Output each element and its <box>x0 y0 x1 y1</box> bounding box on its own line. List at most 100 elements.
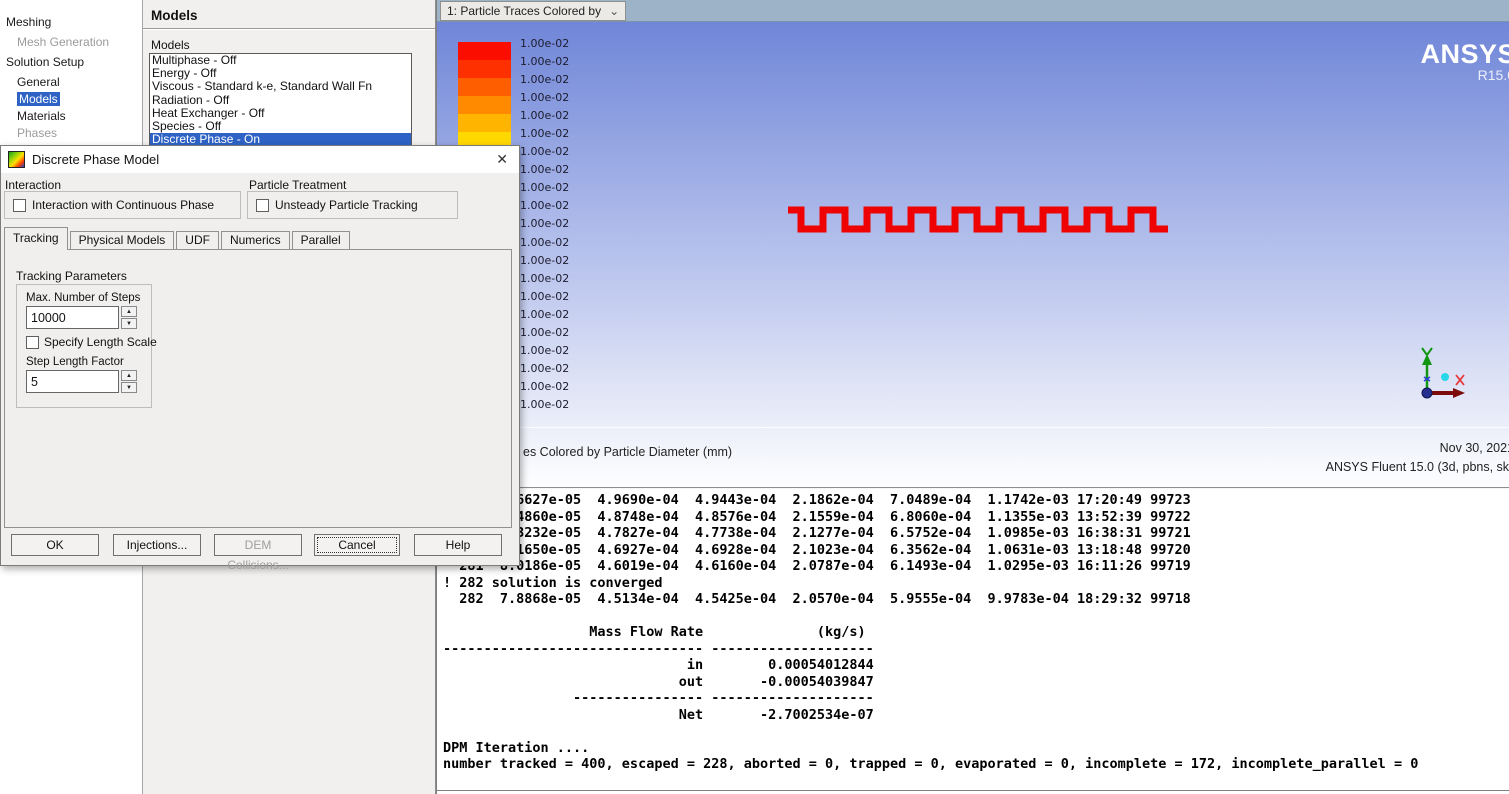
view-selector-label: 1: Particle Traces Colored by <box>447 4 601 18</box>
task-page-title: Models <box>151 8 198 23</box>
unsteady-particle-tracking-checkbox[interactable] <box>256 199 269 212</box>
sidebar-item-general[interactable]: General <box>0 73 142 90</box>
colorbar-tick-label: 1.00e-02 <box>520 179 569 197</box>
step-length-factor-input[interactable] <box>26 370 119 393</box>
dialog-title: Discrete Phase Model <box>32 152 159 167</box>
max-steps-spin-buttons: ▲ ▼ <box>121 306 137 329</box>
step-length-decrement-button[interactable]: ▼ <box>121 382 137 393</box>
dialog-titlebar[interactable]: Discrete Phase Model ✕ <box>1 146 519 173</box>
colorbar <box>458 42 511 151</box>
colorbar-tick-label: 1.00e-02 <box>520 215 569 233</box>
colorbar-tick-label: 1.00e-02 <box>520 252 569 270</box>
sidebar-item-solution-setup[interactable]: Solution Setup <box>0 50 142 73</box>
specify-length-scale-row: Specify Length Scale <box>26 335 151 349</box>
sidebar-item-label: Meshing <box>6 15 51 29</box>
sidebar-item-label: General <box>17 75 60 89</box>
sidebar-item-mesh-generation[interactable]: Mesh Generation <box>0 33 142 50</box>
tab-physical-models[interactable]: Physical Models <box>70 231 175 249</box>
colorbar-tick-label: 1.00e-02 <box>520 161 569 179</box>
graphics-window: 1: Particle Traces Colored by ⌄ 1.00e-02… <box>436 0 1509 794</box>
colorbar-tick-label: 1.00e-02 <box>520 396 569 414</box>
interaction-group: Interaction with Continuous Phase <box>4 191 241 219</box>
max-steps-decrement-button[interactable]: ▼ <box>121 318 137 329</box>
sidebar-item-materials[interactable]: Materials <box>0 107 142 124</box>
models-list-item-viscous-standard-k-e-standard-wall-fn[interactable]: Viscous - Standard k-e, Standard Wall Fn <box>150 80 411 93</box>
viewport-3d[interactable]: 1.00e-021.00e-021.00e-021.00e-021.00e-02… <box>437 22 1509 487</box>
colorbar-swatch <box>458 42 511 60</box>
caption-band: es Colored by Particle Diameter (mm) Nov… <box>437 427 1509 487</box>
colorbar-tick-label: 1.00e-02 <box>520 125 569 143</box>
close-icon[interactable]: ✕ <box>496 151 508 168</box>
fluent-app-icon <box>8 151 25 168</box>
spinner-down-icon: ▼ <box>126 385 132 391</box>
caption-app-version: ANSYS Fluent 15.0 (3d, pbns, ske <box>1326 460 1509 474</box>
colorbar-tick-label: 1.00e-02 <box>520 288 569 306</box>
axis-triad-icon <box>1403 347 1469 405</box>
colorbar-tick-label: 1.00e-02 <box>520 234 569 252</box>
particle-treatment-group-label: Particle Treatment <box>249 178 346 192</box>
cancel-button[interactable]: Cancel <box>314 534 400 556</box>
sidebar-item-models[interactable]: Models <box>0 90 142 107</box>
tab-udf[interactable]: UDF <box>176 231 219 249</box>
particle-treatment-group: Unsteady Particle Tracking <box>247 191 458 219</box>
caption-date: Nov 30, 2021 <box>1440 441 1509 455</box>
models-list-item-heat-exchanger-off[interactable]: Heat Exchanger - Off <box>150 107 411 120</box>
view-selector-dropdown[interactable]: 1: Particle Traces Colored by ⌄ <box>440 1 626 21</box>
sidebar-item-label: Mesh Generation <box>17 35 109 49</box>
colorbar-tick-label: 1.00e-02 <box>520 71 569 89</box>
tab-numerics[interactable]: Numerics <box>221 231 290 249</box>
ansys-release-text: R15.0 <box>1478 68 1509 83</box>
specify-length-scale-label: Specify Length Scale <box>44 335 157 349</box>
dialog-tabs: TrackingPhysical ModelsUDFNumericsParall… <box>4 227 350 250</box>
ok-button[interactable]: OK <box>11 534 99 556</box>
max-steps-label: Max. Number of Steps <box>26 292 151 304</box>
interaction-checkbox-label: Interaction with Continuous Phase <box>32 198 214 212</box>
models-listbox[interactable]: Multiphase - OffEnergy - OffViscous - St… <box>149 53 412 148</box>
step-length-increment-button[interactable]: ▲ <box>121 370 137 381</box>
sidebar-item-phases[interactable]: Phases <box>0 124 142 141</box>
colorbar-swatch <box>458 96 511 114</box>
colorbar-swatch <box>458 78 511 96</box>
interaction-with-continuous-phase-checkbox[interactable] <box>13 199 26 212</box>
graphics-toolbar: 1: Particle Traces Colored by ⌄ <box>437 0 1509 22</box>
models-list-item-radiation-off[interactable]: Radiation - Off <box>150 94 411 107</box>
colorbar-tick-label: 1.00e-02 <box>520 306 569 324</box>
max-steps-increment-button[interactable]: ▲ <box>121 306 137 317</box>
help-button[interactable]: Help <box>414 534 502 556</box>
particle-treatment-checkbox-label: Unsteady Particle Tracking <box>275 198 418 212</box>
nav-tree: Meshing Mesh GenerationSolution Setup Gene… <box>0 10 142 158</box>
title-divider <box>143 28 435 29</box>
colorbar-tick-label: 1.00e-02 <box>520 360 569 378</box>
console-output[interactable]: 6627e-05 4.9690e-04 4.9443e-04 2.1862e-0… <box>437 487 1509 791</box>
interaction-group-label: Interaction <box>5 178 61 192</box>
colorbar-swatch <box>458 114 511 132</box>
max-steps-spinner: ▲ ▼ <box>26 306 151 329</box>
colorbar-tick-label: 1.00e-02 <box>520 35 569 53</box>
colorbar-tick-label: 1.00e-02 <box>520 324 569 342</box>
injections-button[interactable]: Injections... <box>113 534 201 556</box>
tab-tracking[interactable]: Tracking <box>4 227 68 250</box>
colorbar-tick-label: 1.00e-02 <box>520 89 569 107</box>
tracking-parameters-label: Tracking Parameters <box>16 269 127 283</box>
sidebar-item-meshing[interactable]: Meshing <box>0 10 142 33</box>
step-length-spin-buttons: ▲ ▼ <box>121 370 137 393</box>
sidebar-item-label: Models <box>17 92 60 106</box>
max-steps-input[interactable] <box>26 306 119 329</box>
tab-parallel[interactable]: Parallel <box>292 231 350 249</box>
colorbar-swatch <box>458 60 511 78</box>
colorbar-tick-label: 1.00e-02 <box>520 53 569 71</box>
spinner-down-icon: ▼ <box>126 321 132 327</box>
dialog-buttons: OK Injections... DEM Collisions... Cance… <box>1 534 519 558</box>
colorbar-labels: 1.00e-021.00e-021.00e-021.00e-021.00e-02… <box>520 35 569 414</box>
discrete-phase-model-dialog: Discrete Phase Model ✕ Interaction Inter… <box>0 145 520 566</box>
models-list-label: Models <box>151 38 190 52</box>
tracking-parameters-group: Max. Number of Steps ▲ ▼ Specify Length … <box>16 284 152 408</box>
specify-length-scale-checkbox[interactable] <box>26 336 39 349</box>
tracking-tab-panel: Tracking Parameters Max. Number of Steps… <box>4 249 512 528</box>
dem-collisions-button: DEM Collisions... <box>214 534 302 556</box>
colorbar-tick-label: 1.00e-02 <box>520 107 569 125</box>
step-length-factor-label: Step Length Factor <box>26 356 151 368</box>
colorbar-tick-label: 1.00e-02 <box>520 197 569 215</box>
spinner-up-icon: ▲ <box>126 309 132 315</box>
colorbar-tick-label: 1.00e-02 <box>520 270 569 288</box>
